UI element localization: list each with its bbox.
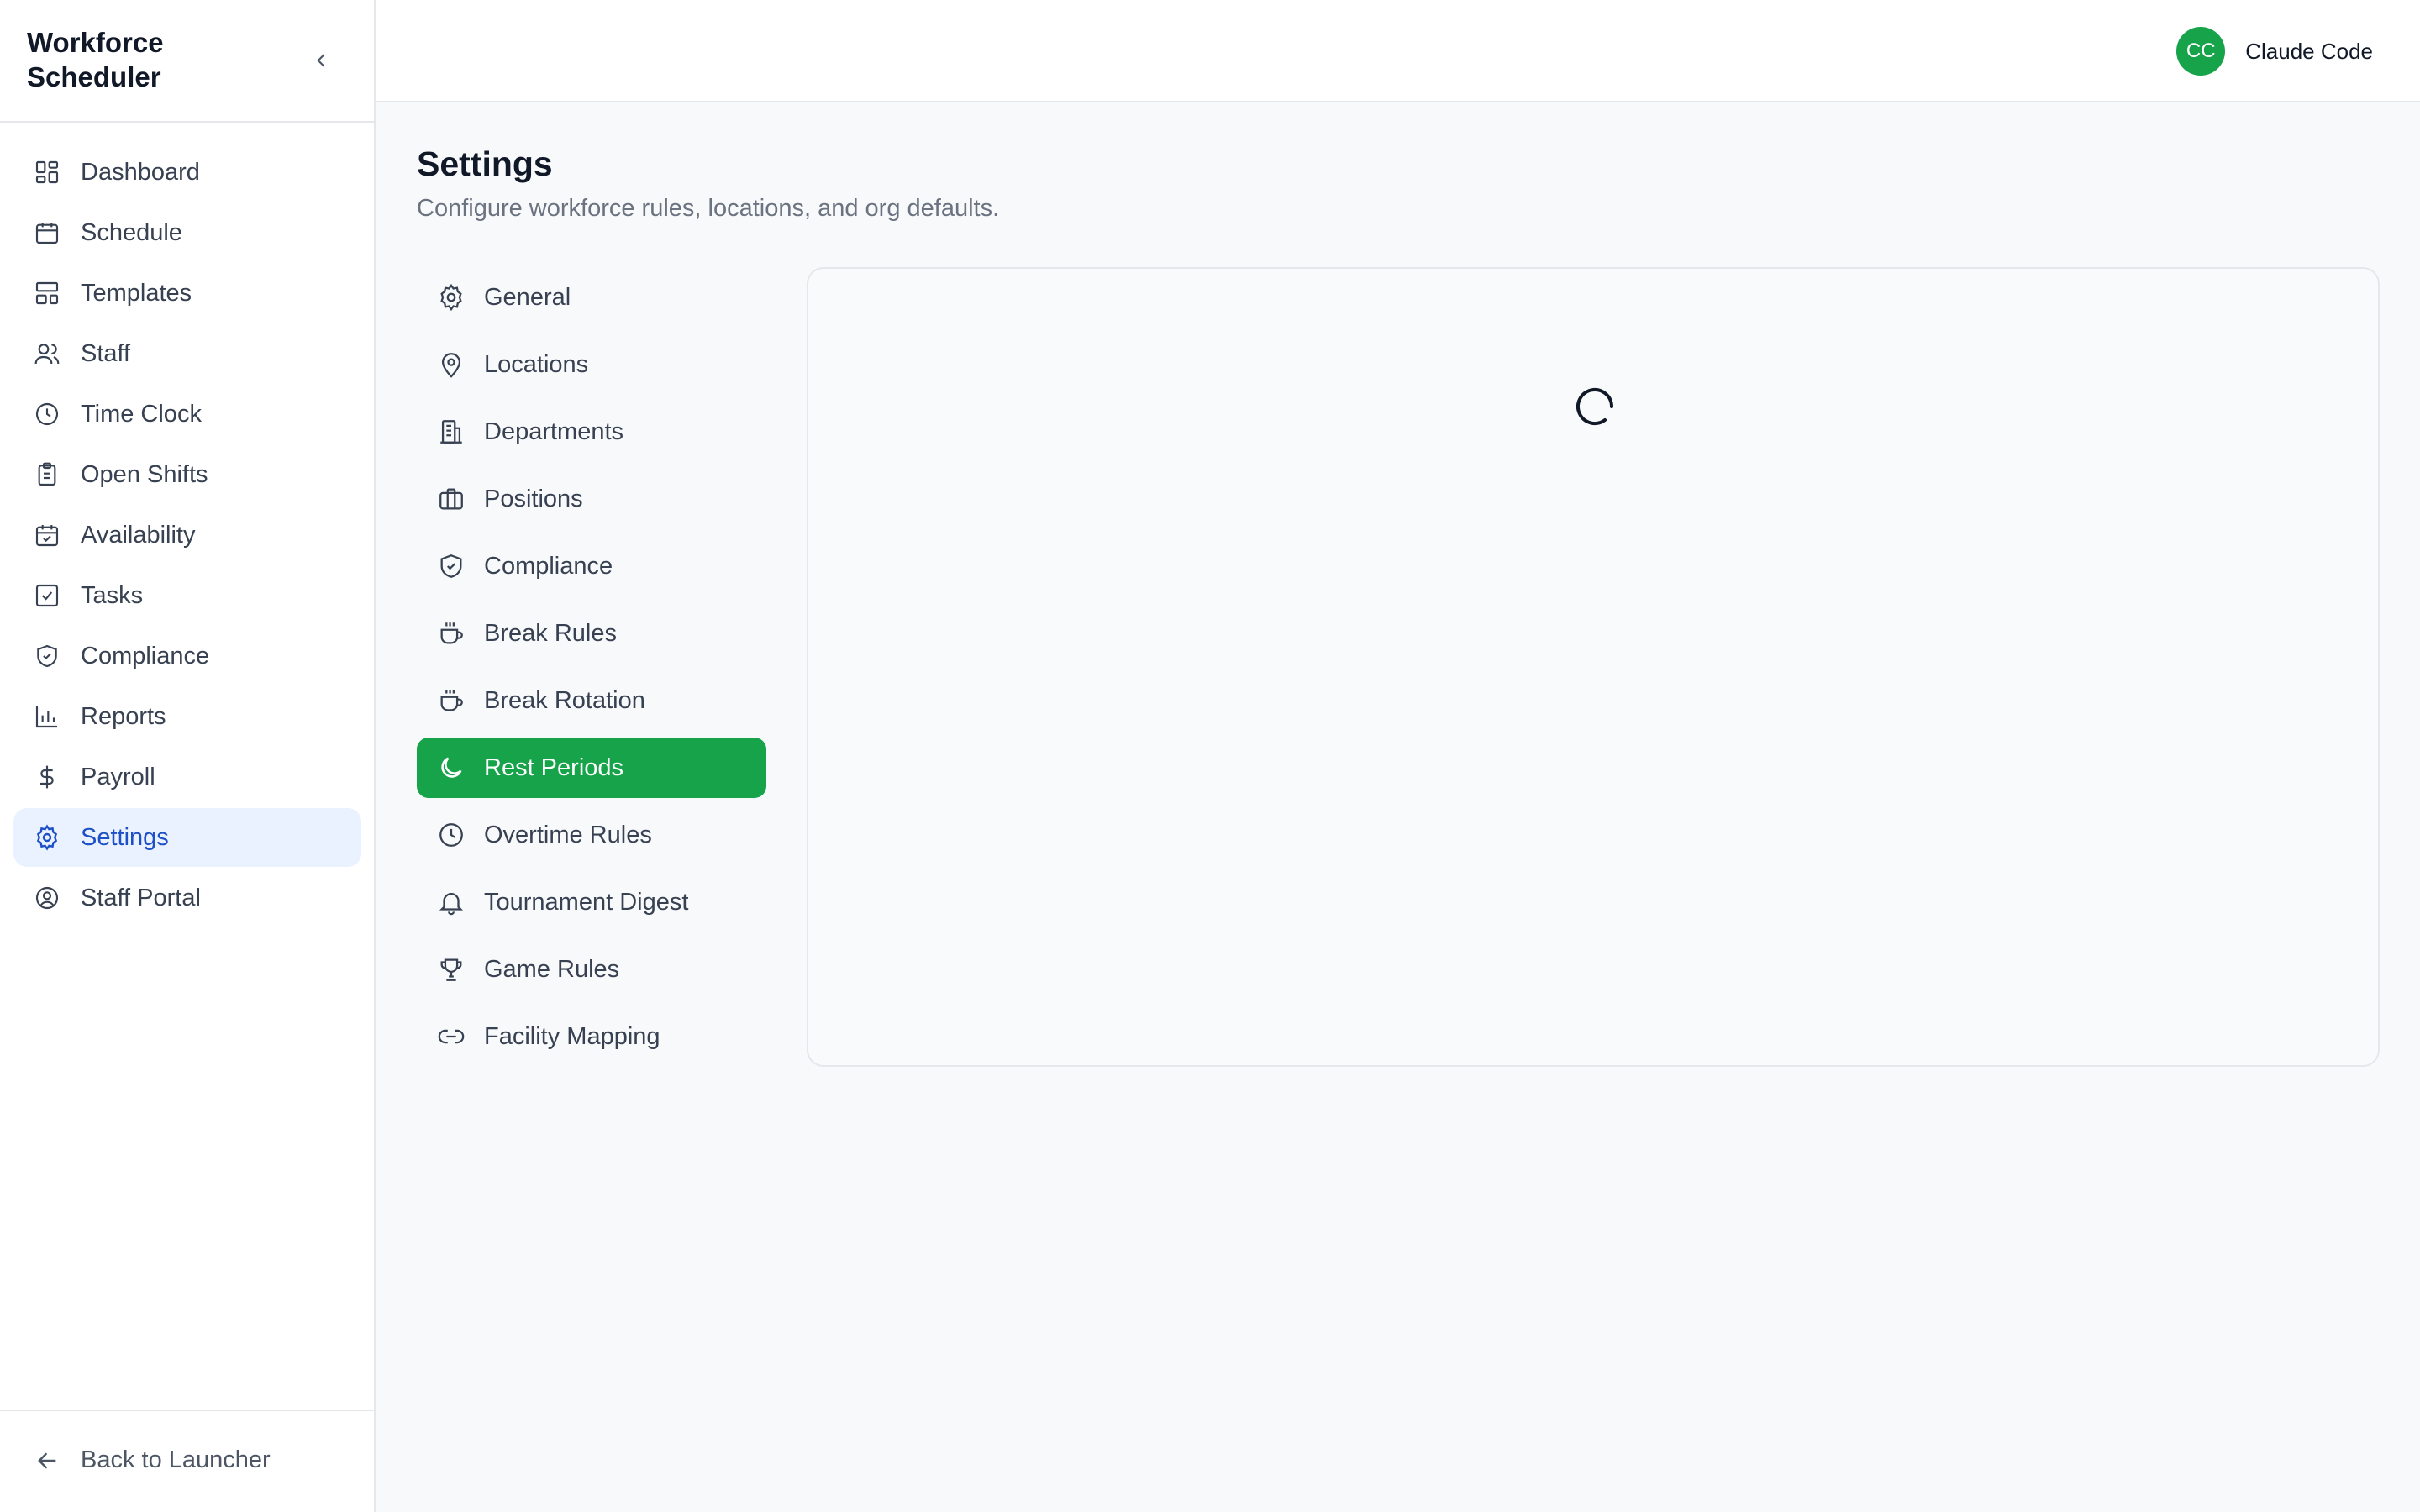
calendar-check-icon xyxy=(35,525,59,547)
settings-tab-label: Rest Periods xyxy=(484,753,624,781)
sidebar-item-schedule[interactable]: Schedule xyxy=(13,203,361,262)
clock-icon xyxy=(35,402,59,426)
settings-tab-break-rotation[interactable]: Break Rotation xyxy=(417,670,766,731)
checkbox-icon xyxy=(35,584,59,607)
sidebar-item-availability[interactable]: Availability xyxy=(13,506,361,564)
settings-tab-label: Game Rules xyxy=(484,955,620,983)
page-title: Settings xyxy=(417,144,553,183)
templates-icon xyxy=(35,281,59,305)
sidebar-item-reports[interactable]: Reports xyxy=(13,687,361,746)
settings-tab-label: Departments xyxy=(484,417,624,445)
clipboard-icon xyxy=(38,462,56,486)
settings-tab-compliance[interactable]: Compliance xyxy=(417,536,766,596)
settings-tab-positions[interactable]: Positions xyxy=(417,469,766,529)
user-name: Claude Code xyxy=(2245,38,2373,64)
settings-tab-label: Positions xyxy=(484,485,583,512)
building-icon xyxy=(440,420,462,444)
settings-tab-overtime-rules[interactable]: Overtime Rules xyxy=(417,805,766,865)
sidebar-item-label: Time Clock xyxy=(81,400,202,428)
settings-tab-break-rules[interactable]: Break Rules xyxy=(417,603,766,664)
shield-check-icon xyxy=(440,554,462,578)
sidebar: Workforce Scheduler Dashboard Schedule T… xyxy=(0,0,376,1512)
sidebar-item-label: Dashboard xyxy=(81,158,200,186)
settings-tab-rest-periods[interactable]: Rest Periods xyxy=(417,738,766,798)
settings-tab-label: Break Rules xyxy=(484,619,617,647)
sidebar-item-label: Compliance xyxy=(81,642,210,669)
chevron-left-icon xyxy=(317,54,325,67)
bar-chart-icon xyxy=(35,706,57,728)
sidebar-item-templates[interactable]: Templates xyxy=(13,264,361,323)
brand-header: Workforce Scheduler xyxy=(0,0,374,123)
settings-tab-label: Break Rotation xyxy=(484,686,645,714)
link-icon xyxy=(438,1029,465,1044)
sidebar-item-open-shifts[interactable]: Open Shifts xyxy=(13,445,361,504)
sidebar-item-label: Staff xyxy=(81,339,131,367)
clock-icon xyxy=(439,823,463,847)
settings-tab-departments[interactable]: Departments xyxy=(417,402,766,462)
users-icon xyxy=(34,344,60,365)
moon-icon xyxy=(441,757,462,778)
map-pin-icon xyxy=(441,353,461,378)
sidebar-item-staff[interactable]: Staff xyxy=(13,324,361,383)
settings-tab-label: Overtime Rules xyxy=(484,821,652,848)
loading-spinner-icon xyxy=(1576,388,1613,425)
sidebar-item-label: Payroll xyxy=(81,763,155,790)
sidebar-item-label: Open Shifts xyxy=(81,460,208,488)
settings-tab-label: General xyxy=(484,283,571,311)
sidebar-item-label: Templates xyxy=(81,279,192,307)
sidebar-item-label: Schedule xyxy=(81,218,182,246)
sidebar-item-label: Settings xyxy=(81,823,169,851)
user-circle-icon xyxy=(35,886,59,910)
briefcase-icon xyxy=(439,488,463,510)
settings-content-panel xyxy=(807,267,2380,1067)
coffee-icon xyxy=(440,690,463,711)
sidebar-item-payroll[interactable]: Payroll xyxy=(13,748,361,806)
sidebar-item-compliance[interactable]: Compliance xyxy=(13,627,361,685)
settings-nav: General Locations Departments Positions … xyxy=(417,267,766,1074)
sidebar-item-dashboard[interactable]: Dashboard xyxy=(13,143,361,202)
settings-tab-game-rules[interactable]: Game Rules xyxy=(417,939,766,1000)
page-subtitle: Configure workforce rules, locations, an… xyxy=(417,195,1000,222)
arrow-left-icon xyxy=(38,1452,56,1468)
shield-icon xyxy=(37,644,57,668)
gear-icon xyxy=(36,824,58,851)
sidebar-item-time-clock[interactable]: Time Clock xyxy=(13,385,361,444)
sidebar-item-settings[interactable]: Settings xyxy=(13,808,361,867)
back-to-launcher-label: Back to Launcher xyxy=(81,1446,271,1473)
settings-tab-general[interactable]: General xyxy=(417,267,766,328)
settings-tab-locations[interactable]: Locations xyxy=(417,334,766,395)
collapse-sidebar-button[interactable] xyxy=(304,44,338,77)
top-bar: CC Claude Code xyxy=(376,0,2420,102)
dashboard-icon xyxy=(35,160,59,184)
sidebar-item-staff-portal[interactable]: Staff Portal xyxy=(13,869,361,927)
sidebar-footer: Back to Launcher xyxy=(0,1410,374,1512)
settings-tab-tournament-digest[interactable]: Tournament Digest xyxy=(417,872,766,932)
settings-tab-label: Tournament Digest xyxy=(484,888,689,916)
sidebar-item-label: Tasks xyxy=(81,581,144,609)
trophy-icon xyxy=(440,958,462,981)
settings-tab-label: Locations xyxy=(484,350,589,378)
avatar: CC xyxy=(2176,27,2226,76)
app-title: Workforce Scheduler xyxy=(27,27,164,92)
sidebar-item-label: Staff Portal xyxy=(81,884,201,911)
coffee-icon xyxy=(440,622,463,644)
back-to-launcher-link[interactable]: Back to Launcher xyxy=(34,1446,271,1474)
sidebar-item-tasks[interactable]: Tasks xyxy=(13,566,361,625)
settings-tab-label: Facility Mapping xyxy=(484,1022,660,1050)
sidebar-item-label: Availability xyxy=(81,521,196,549)
bell-icon xyxy=(439,893,464,916)
user-menu[interactable]: CC Claude Code xyxy=(2176,27,2373,76)
gear-icon xyxy=(440,283,462,312)
calendar-icon xyxy=(35,223,59,244)
sidebar-item-label: Reports xyxy=(81,702,166,730)
settings-tab-label: Compliance xyxy=(484,552,613,580)
sidebar-nav: Dashboard Schedule Templates Staff Time … xyxy=(13,143,361,929)
dollar-icon xyxy=(40,765,54,789)
settings-tab-facility-mapping[interactable]: Facility Mapping xyxy=(417,1006,766,1067)
